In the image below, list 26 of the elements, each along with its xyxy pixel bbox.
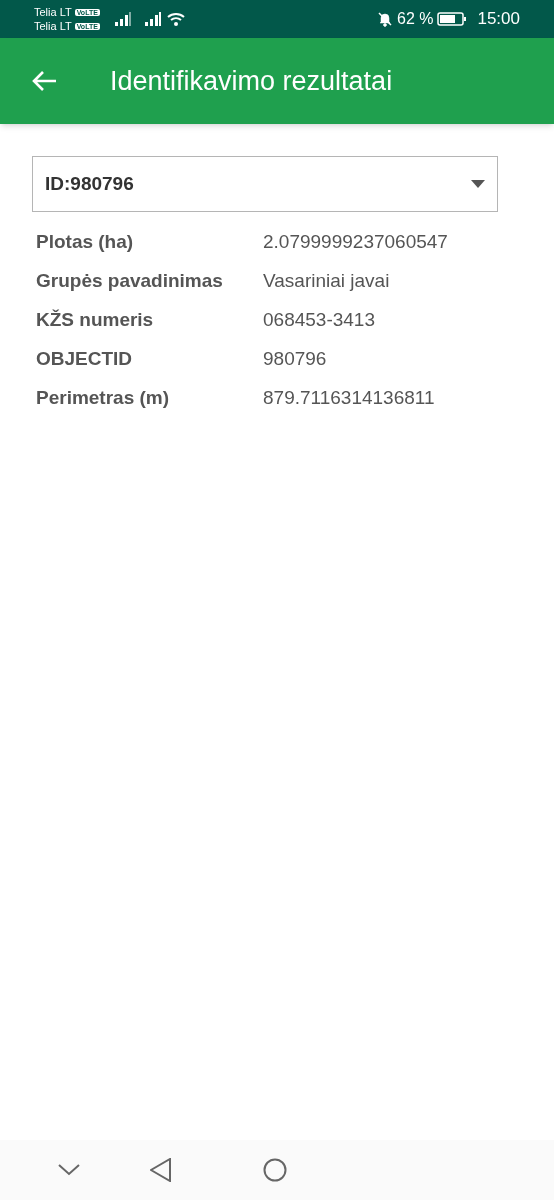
signal-icon — [113, 11, 132, 27]
dropdown-caret-icon — [471, 180, 485, 188]
battery-percent: 62 % — [397, 9, 434, 29]
attribute-value: 068453-3413 — [263, 308, 375, 332]
attribute-value: 879.7116314136811 — [263, 386, 435, 410]
battery-icon — [437, 11, 468, 27]
signal-icon — [143, 11, 162, 27]
back-triangle-icon — [150, 1158, 172, 1182]
carrier-name: Telia LT — [34, 20, 72, 32]
attribute-label: OBJECTID — [36, 347, 134, 371]
carrier-name: Telia LT — [34, 6, 72, 18]
attribute-value: 980796 — [263, 347, 327, 371]
back-arrow-icon — [31, 70, 57, 92]
screen-title: Identifikavimo rezultatai — [110, 64, 393, 98]
attribute-value: 2.0799999237060547 — [263, 230, 448, 254]
attribute-label: Perimetras (m) — [36, 386, 171, 410]
chevron-down-icon — [58, 1164, 80, 1176]
id-dropdown[interactable]: ID:980796 — [32, 156, 498, 212]
muted-bell-icon — [377, 11, 393, 27]
attribute-value: Vasariniai javai — [263, 269, 390, 293]
attribute-label: Plotas (ha) — [36, 230, 135, 254]
attribute-label: Grupės pavadinimas — [36, 269, 224, 293]
clock: 15:00 — [477, 8, 520, 31]
wifi-icon — [165, 11, 186, 27]
home-circle-icon — [263, 1158, 287, 1182]
attribute-label: KŽS numeris — [36, 308, 155, 332]
